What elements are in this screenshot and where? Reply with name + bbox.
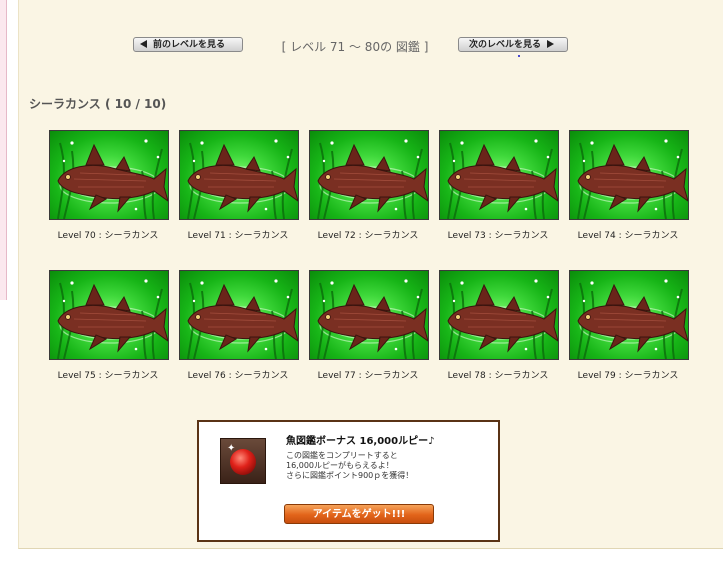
fish-card[interactable]: Level 76 : シーラカンス	[168, 270, 299, 381]
fish-card[interactable]: Level 78 : シーラカンス	[428, 270, 559, 381]
prev-level-button[interactable]: 前のレベルを見る	[133, 37, 243, 52]
fish-caption: Level 74 : シーラカンス	[577, 231, 679, 241]
coelacanth-thumbnail[interactable]	[179, 130, 299, 220]
section-title: シーラカンス ( 10 / 10)	[29, 97, 167, 111]
bonus-desc-line: この図鑑をコンプリートすると	[286, 451, 398, 460]
prev-level-label: 前のレベルを見る	[153, 40, 226, 50]
fish-caption: Level 78 : シーラカンス	[447, 371, 549, 381]
bonus-desc-line: 16,000ルピーがもらえるよ！	[286, 461, 394, 470]
bonus-description: この図鑑をコンプリートすると 16,000ルピーがもらえるよ！ さらに図鑑ポイン…	[286, 451, 486, 481]
fish-caption: Level 77 : シーラカンス	[317, 371, 419, 381]
fish-caption: Level 73 : シーラカンス	[447, 231, 549, 241]
coelacanth-thumbnail[interactable]	[439, 270, 559, 360]
coelacanth-thumbnail[interactable]	[569, 130, 689, 220]
coelacanth-thumbnail[interactable]	[49, 270, 169, 360]
coelacanth-thumbnail[interactable]	[309, 270, 429, 360]
bonus-box: ✦ 魚図鑑ボーナス 16,000ルピー♪ この図鑑をコンプリートすると 16,0…	[197, 420, 500, 542]
coelacanth-thumbnail[interactable]	[179, 270, 299, 360]
fish-card[interactable]: Level 77 : シーラカンス	[298, 270, 429, 381]
fish-caption: Level 79 : シーラカンス	[577, 371, 679, 381]
fish-caption: Level 72 : シーラカンス	[317, 231, 419, 241]
fish-caption: Level 71 : シーラカンス	[187, 231, 289, 241]
coelacanth-thumbnail[interactable]	[309, 130, 429, 220]
fish-card[interactable]: Level 71 : シーラカンス	[168, 130, 299, 241]
fish-card[interactable]: Level 74 : シーラカンス	[558, 130, 689, 241]
fish-caption: Level 75 : シーラカンス	[57, 371, 159, 381]
coelacanth-thumbnail[interactable]	[569, 270, 689, 360]
next-level-label: 次のレベルを見る	[469, 40, 542, 50]
bottom-strip	[0, 549, 723, 561]
bonus-title: 魚図鑑ボーナス 16,000ルピー♪	[286, 436, 435, 447]
coelacanth-thumbnail[interactable]	[439, 130, 559, 220]
coelacanth-thumbnail[interactable]	[49, 130, 169, 220]
left-margin-strip	[0, 0, 7, 300]
right-arrow-icon	[547, 39, 555, 48]
fish-card[interactable]: Level 70 : シーラカンス	[38, 130, 169, 241]
bonus-desc-line: さらに図鑑ポイント900ｐを獲得！	[286, 471, 414, 480]
fish-card[interactable]: Level 75 : シーラカンス	[38, 270, 169, 381]
next-level-button[interactable]: 次のレベルを見る	[458, 37, 568, 52]
cursor-dot	[518, 55, 520, 57]
fish-card[interactable]: Level 72 : シーラカンス	[298, 130, 429, 241]
fish-card[interactable]: Level 79 : シーラカンス	[558, 270, 689, 381]
get-item-button[interactable]: アイテムをゲット!!!	[284, 504, 434, 524]
ruby-gem-icon: ✦	[220, 438, 266, 484]
fish-caption: Level 70 : シーラカンス	[57, 231, 159, 241]
fish-card[interactable]: Level 73 : シーラカンス	[428, 130, 559, 241]
left-arrow-icon	[140, 39, 147, 48]
fish-caption: Level 76 : シーラカンス	[187, 371, 289, 381]
level-range-title: [ レベル 71 ～ 80の 図鑑 ]	[281, 40, 429, 54]
